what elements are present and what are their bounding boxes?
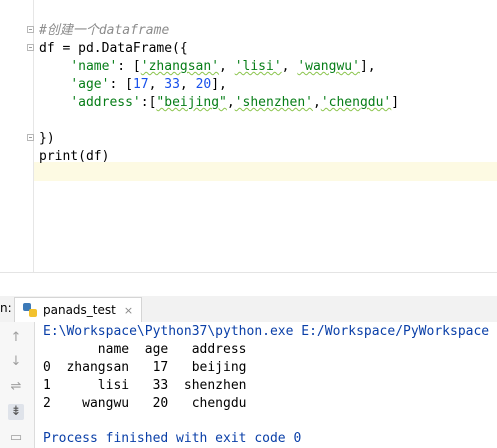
code-text: : [ (117, 59, 141, 74)
process-finished-message: Process finished with exit code 0 (43, 431, 302, 446)
python-icon (23, 303, 37, 317)
code-editor[interactable]: #创建一个dataframe df = pd.DataFrame({ 'name… (0, 0, 497, 272)
string-literal: 'zhangsan' (140, 59, 220, 74)
print-icon[interactable]: ▭ (8, 430, 24, 446)
number-literal: 33 (164, 77, 180, 92)
fold-marker-icon[interactable] (27, 134, 34, 141)
code-line-7: }) (39, 130, 55, 148)
number-literal: 17 (132, 77, 149, 92)
code-line-2: df = pd.DataFrame({ (39, 40, 188, 58)
string-literal: 'chengdu' (320, 95, 392, 110)
code-line-3: 'name': ['zhangsan', 'lisi', 'wangwu'], (70, 59, 376, 74)
fold-marker-icon[interactable] (27, 44, 34, 51)
panel-divider[interactable] (0, 272, 497, 297)
variable-df: df (39, 41, 55, 56)
code-text: ], (211, 77, 227, 92)
run-tab-panads-test[interactable]: panads_test × (14, 297, 143, 322)
string-literal: "beijing" (156, 95, 227, 110)
code-text: }) (39, 131, 55, 146)
soft-wrap-icon[interactable]: ⇌ (8, 379, 24, 395)
string-literal: 'shenzhen' (234, 95, 313, 110)
code-line-5: 'address':["beijing",'shenzhen','chengdu… (70, 95, 400, 110)
console-output[interactable]: E:\Workspace\Python37\python.exe E:/Work… (35, 322, 497, 448)
editor-gutter (0, 0, 34, 272)
run-panel-label: n: (0, 301, 12, 315)
code-text: : [ (109, 77, 133, 92)
dataframe-header: name age address (43, 342, 247, 357)
number-literal: 20 (195, 77, 212, 92)
dataframe-row: 1 lisi 33 shenzhen (43, 378, 247, 393)
run-tab-title: panads_test (43, 303, 116, 317)
code-text: ] (391, 95, 400, 110)
scroll-to-end-icon[interactable]: ⇟ (8, 404, 24, 420)
dataframe-row: 0 zhangsan 17 beijing (43, 360, 247, 375)
code-line-1: #创建一个dataframe (39, 22, 169, 40)
string-literal: 'name' (70, 59, 118, 74)
string-literal: 'wangwu' (297, 59, 360, 74)
code-text: :[ (140, 95, 157, 110)
string-literal: 'age' (70, 77, 110, 92)
string-literal: 'lisi' (234, 59, 282, 74)
arrow-up-icon[interactable]: ↑ (8, 330, 24, 346)
run-toolbar: ↑ ↓ ⇌ ⇟ ▭ (0, 322, 35, 448)
code-line-4: 'age': [17, 33, 20], (70, 77, 227, 92)
code-line-8: print(df) (39, 148, 109, 166)
string-literal: 'address' (70, 95, 141, 110)
console-command: E:\Workspace\Python37\python.exe E:/Work… (43, 324, 490, 339)
code-text: = pd.DataFrame({ (54, 41, 188, 56)
code-text: ], (359, 59, 376, 74)
arrow-down-icon[interactable]: ↓ (8, 354, 24, 370)
fold-marker-icon[interactable] (27, 26, 34, 33)
comment-text: #创建一个dataframe (39, 23, 170, 38)
dataframe-row: 2 wangwu 20 chengdu (43, 396, 247, 411)
code-text: print(df) (39, 149, 110, 164)
close-tab-icon[interactable]: × (124, 304, 133, 317)
